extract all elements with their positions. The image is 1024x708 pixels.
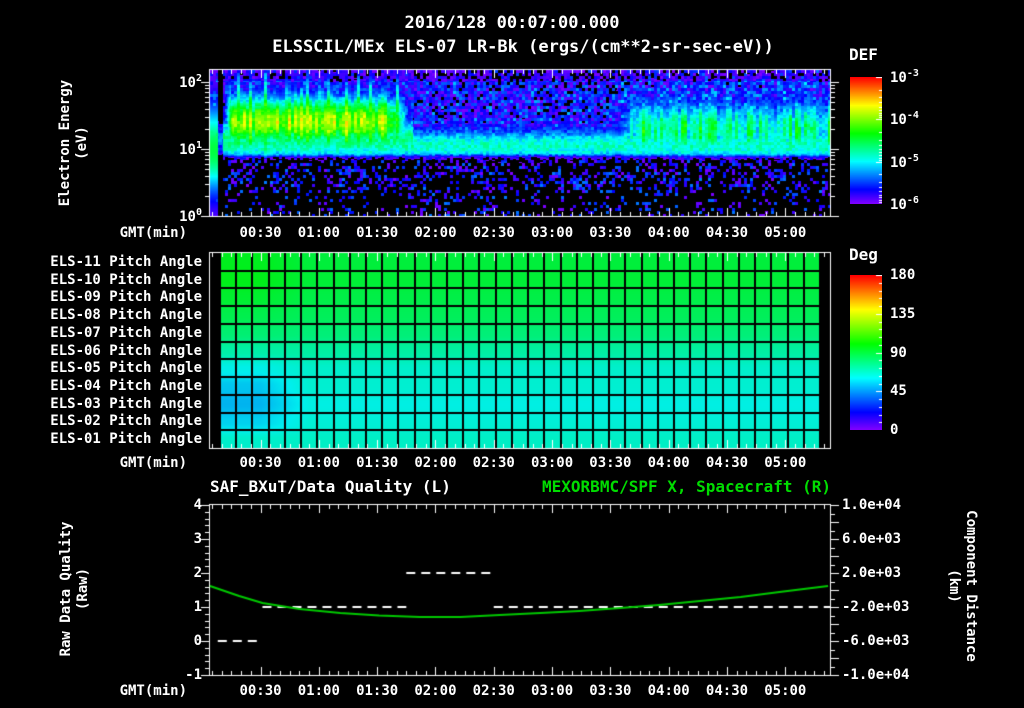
deg-colorbar-tick-label: 90 — [890, 344, 907, 361]
pitch-row-label: ELS-07 Pitch Angle — [50, 324, 202, 341]
quality-tick-label: 3 — [193, 531, 202, 547]
distance-axis-label-line1: Component Distance — [963, 510, 979, 662]
time-tick-label: 04:00 — [647, 455, 690, 471]
timeseries-panel-canvas — [198, 493, 842, 687]
time-tick-label: 00:30 — [239, 225, 282, 241]
quality-axis-label: Raw Data Quality (Raw) — [58, 522, 92, 657]
time-tick-label: 03:00 — [530, 225, 574, 241]
time-tick-label: 01:00 — [297, 455, 340, 471]
time-tick-label: 04:00 — [647, 225, 690, 241]
def-colorbar-title: DEF — [849, 45, 878, 64]
distance-tick-label: -1.0e+04 — [842, 667, 910, 683]
quality-tick-label: 1 — [193, 599, 202, 615]
deg-colorbar-tick-label: 0 — [890, 422, 899, 438]
time-tick-label: 02:30 — [472, 455, 515, 471]
time-tick-label: 00:30 — [239, 455, 282, 471]
def-colorbar-canvas — [850, 77, 882, 204]
energy-tick-label: 101 — [179, 140, 202, 158]
deg-colorbar-tick-label: 45 — [890, 383, 907, 400]
quality-tick-label: -1 — [185, 667, 202, 683]
def-colorbar-tick-label: 10-6 — [890, 195, 919, 213]
time-tick-label: 01:00 — [297, 225, 340, 241]
time-tick-label: 02:30 — [472, 225, 515, 241]
time-tick-label: 03:00 — [530, 683, 574, 699]
quality-axis-label-line2: (Raw) — [75, 567, 91, 611]
pitch-row-label: ELS-09 Pitch Angle — [50, 289, 202, 306]
energy-axis-label-line1: Electron Energy — [57, 79, 73, 207]
time-tick-label: 04:30 — [705, 683, 749, 699]
energy-axis-label: Electron Energy (eV) — [57, 80, 91, 206]
time-tick-label: 01:30 — [356, 455, 399, 471]
time-tick-label: 05:00 — [764, 683, 807, 699]
spectrogram-panel-canvas — [198, 58, 842, 228]
gmt-axis-label: GMT(min) — [119, 683, 187, 699]
deg-colorbar-tick-label: 180 — [890, 267, 916, 283]
time-tick-label: 04:30 — [705, 455, 749, 471]
deg-colorbar-tick-label: 135 — [890, 305, 916, 322]
time-tick-label: 05:00 — [764, 225, 807, 241]
time-tick-label: 02:00 — [414, 455, 457, 471]
pitch-row-label: ELS-01 Pitch Angle — [50, 431, 202, 448]
pitch-row-label: ELS-06 Pitch Angle — [50, 342, 202, 359]
pitch-row-label: ELS-02 Pitch Angle — [50, 413, 202, 430]
time-tick-label: 02:30 — [472, 683, 515, 699]
gmt-axis-label: GMT(min) — [119, 225, 187, 241]
time-tick-label: 01:30 — [356, 225, 399, 241]
time-tick-label: 04:00 — [647, 683, 690, 699]
pitch-angle-panel-canvas — [198, 241, 842, 460]
pitch-row-label: ELS-05 Pitch Angle — [50, 360, 202, 377]
plot-title: ELSSCIL/MEx ELS-07 LR-Bk (ergs/(cm**2-sr… — [272, 37, 774, 57]
pitch-row-label: ELS-04 Pitch Angle — [50, 377, 202, 394]
distance-tick-label: 6.0e+03 — [842, 531, 902, 547]
pitch-row-label: ELS-11 Pitch Angle — [50, 253, 202, 270]
distance-tick-label: -6.0e+03 — [842, 633, 910, 649]
pitch-row-label: ELS-03 Pitch Angle — [50, 395, 202, 412]
time-tick-label: 05:00 — [764, 455, 807, 471]
time-tick-label: 03:30 — [589, 683, 632, 699]
distance-tick-label: 2.0e+03 — [842, 565, 902, 581]
time-tick-label: 01:30 — [356, 683, 399, 699]
quality-tick-label: 0 — [193, 633, 202, 649]
time-tick-label: 03:30 — [589, 225, 632, 241]
distance-axis-label: Component Distance (km) — [945, 510, 979, 662]
plot-screen: 2016/128 00:07:00.000 ELSSCIL/MEx ELS-07… — [0, 0, 1024, 708]
def-colorbar-tick-label: 10-4 — [890, 110, 919, 129]
pitch-row-label: ELS-08 Pitch Angle — [50, 307, 202, 324]
timestamp-title: 2016/128 00:07:00.000 — [404, 13, 620, 33]
pitch-row-label: ELS-10 Pitch Angle — [50, 271, 202, 288]
time-tick-label: 01:00 — [297, 683, 340, 699]
deg-colorbar-canvas — [850, 275, 882, 430]
gmt-axis-label: GMT(min) — [119, 455, 187, 471]
time-tick-label: 04:30 — [705, 225, 749, 241]
deg-colorbar-title: Deg — [849, 245, 878, 264]
time-tick-label: 03:30 — [589, 455, 632, 471]
distance-tick-label: -2.0e+03 — [842, 599, 910, 615]
time-tick-label: 03:00 — [530, 455, 574, 471]
energy-tick-label: 100 — [179, 207, 202, 225]
quality-tick-label: 4 — [193, 497, 202, 513]
energy-tick-label: 102 — [179, 73, 202, 91]
quality-axis-label-line1: Raw Data Quality — [58, 521, 74, 657]
time-tick-label: 02:00 — [414, 225, 457, 241]
distance-axis-label-line2: (km) — [946, 569, 962, 603]
distance-tick-label: 1.0e+04 — [842, 497, 902, 513]
time-tick-label: 02:00 — [414, 683, 457, 699]
time-tick-label: 00:30 — [239, 683, 282, 699]
def-colorbar-tick-label: 10-3 — [890, 68, 919, 86]
def-colorbar-tick-label: 10-5 — [890, 152, 919, 171]
quality-tick-label: 2 — [193, 565, 202, 581]
energy-axis-label-line2: (eV) — [74, 126, 90, 160]
